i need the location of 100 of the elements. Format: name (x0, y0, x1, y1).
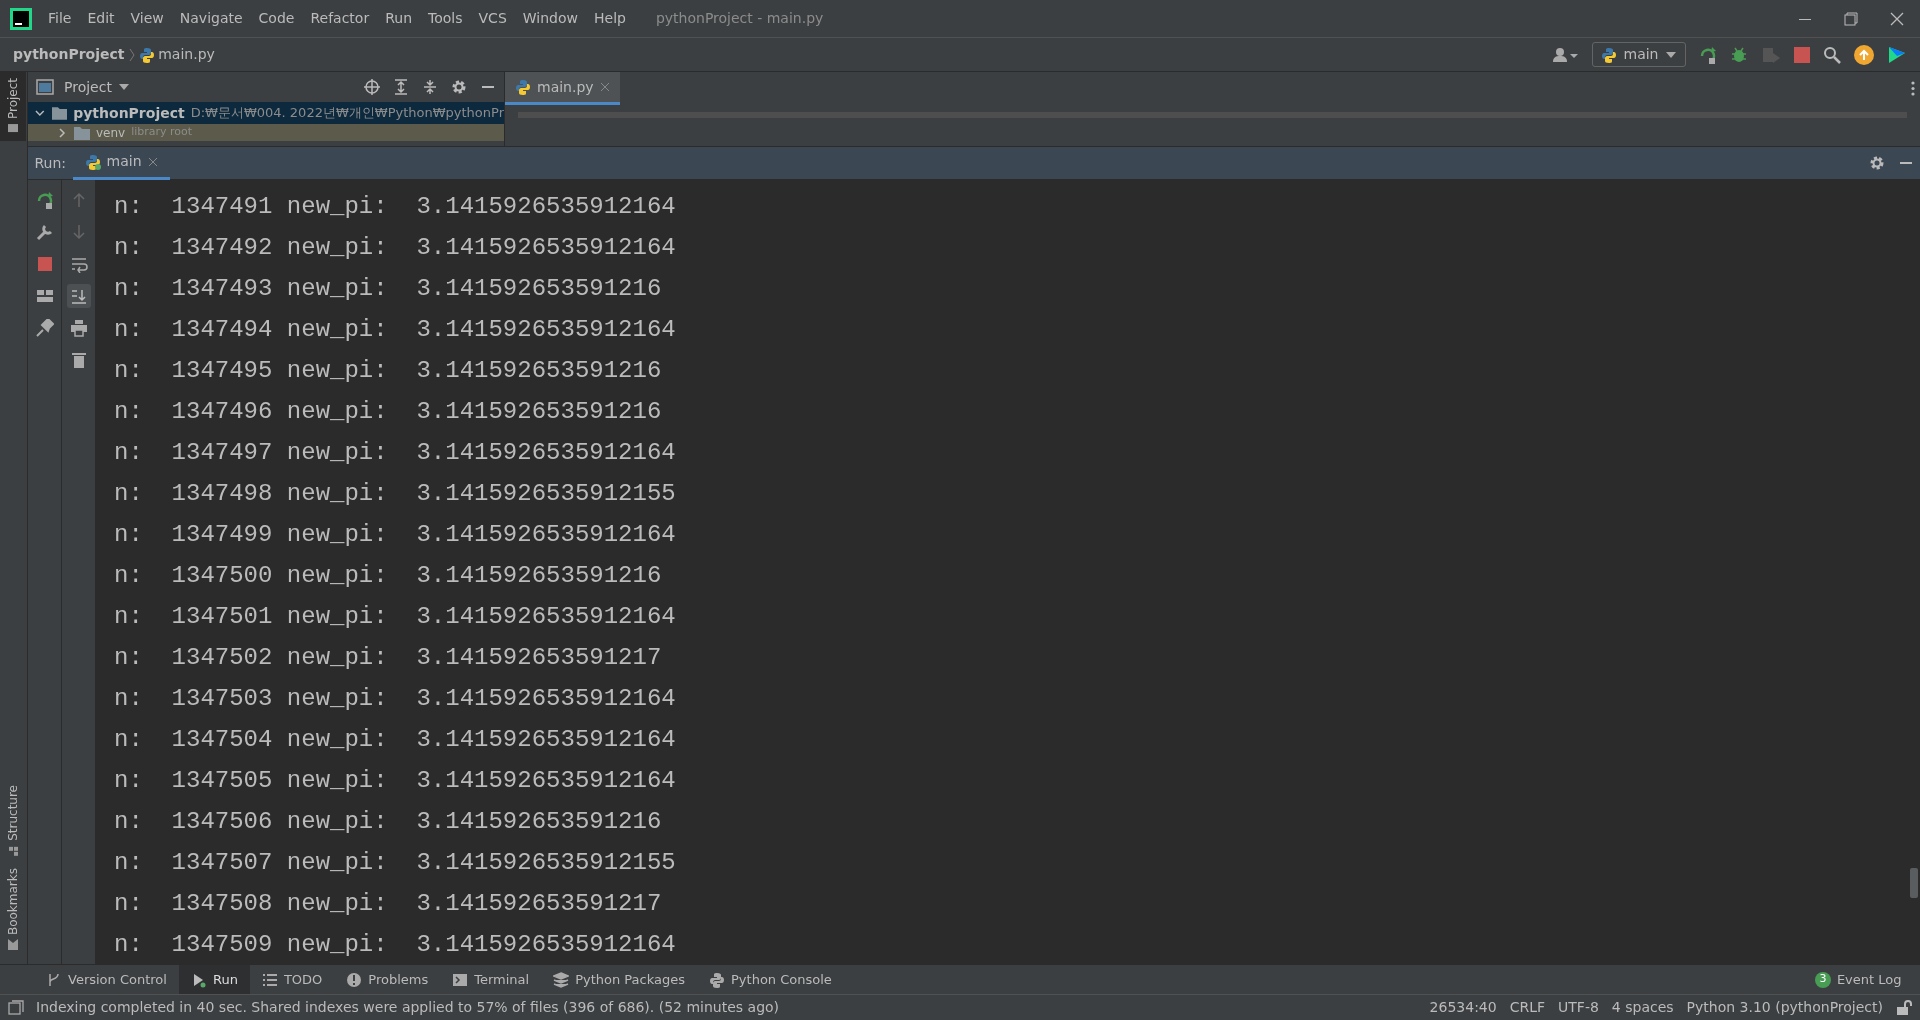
stop-icon[interactable] (35, 255, 54, 273)
console-line: n: 1347502 new_pi: 3.141592653591217 (114, 643, 663, 673)
console-line: n: 1347496 new_pi: 3.141592653591216 (114, 397, 663, 427)
python-icon (1601, 46, 1617, 63)
print-icon[interactable] (69, 319, 88, 337)
python-icon (84, 153, 101, 170)
console-line: n: 1347497 new_pi: 3.1415926535912164 (114, 438, 677, 468)
settings-icon[interactable] (1868, 155, 1885, 171)
menu-item[interactable]: Code (250, 8, 303, 29)
console-line: n: 1347495 new_pi: 3.141592653591216 (114, 356, 663, 386)
collapse-all-icon[interactable] (422, 79, 438, 95)
menu-item[interactable]: File (40, 8, 80, 29)
panel-icon (36, 79, 54, 95)
status-item[interactable]: Python 3.10 (pythonProject) (1686, 997, 1883, 1018)
console-line: n: 1347509 new_pi: 3.1415926535912164 (114, 930, 677, 960)
close-icon[interactable] (147, 156, 158, 167)
update-icon[interactable] (1854, 44, 1874, 65)
menu-item[interactable]: View (122, 8, 172, 29)
console-line: n: 1347499 new_pi: 3.1415926535912164 (114, 520, 677, 550)
user-icon[interactable] (1553, 46, 1579, 63)
python-icon (709, 971, 726, 988)
plugin-logo[interactable] (1887, 44, 1907, 65)
rerun-icon[interactable] (35, 191, 54, 209)
chevron-right-icon (56, 126, 68, 139)
console-line: n: 1347503 new_pi: 3.1415926535912164 (114, 684, 677, 714)
console-line: n: 1347491 new_pi: 3.1415926535912164 (114, 192, 677, 222)
menu-item[interactable]: Help (586, 8, 634, 29)
event-log-label: Event Log (1836, 970, 1902, 989)
console-line: n: 1347494 new_pi: 3.1415926535912164 (114, 315, 677, 345)
status-message: Indexing completed in 40 sec. Shared indexes were applied to 57% of files (396 of 686). (52 minutes ago) (36, 998, 780, 1017)
warning-icon (346, 971, 363, 988)
console-line: n: 1347505 new_pi: 3.1415926535912164 (114, 766, 677, 796)
status-item[interactable]: UTF-8 (1558, 997, 1599, 1018)
trash-icon[interactable] (69, 351, 88, 369)
folder-icon (51, 106, 68, 120)
bug-icon[interactable] (1730, 45, 1748, 64)
tool-window-tab[interactable]: Python Console (697, 964, 844, 995)
console-line: n: 1347507 new_pi: 3.1415926535912155 (114, 848, 677, 878)
menu-item[interactable]: Navigate (171, 8, 251, 29)
search-icon[interactable] (1823, 45, 1841, 64)
python-file-icon (515, 79, 531, 95)
tool-window-tab[interactable]: TODO (249, 964, 335, 995)
status-item[interactable]: 4 spaces (1611, 997, 1674, 1018)
event-log-tab[interactable]: 3 Event Log (1802, 964, 1914, 995)
status-item[interactable]: 26534:40 (1429, 997, 1497, 1018)
tree-row[interactable]: venv library root (28, 124, 504, 141)
layout-icon[interactable] (35, 287, 54, 305)
console-line: n: 1347506 new_pi: 3.141592653591216 (114, 807, 663, 837)
console-line: n: 1347501 new_pi: 3.1415926535912164 (114, 602, 677, 632)
panel-label: Run: (34, 153, 67, 173)
locate-icon[interactable] (364, 79, 380, 95)
tool-window-tab[interactable]: Terminal (440, 964, 542, 995)
terminal-icon (452, 971, 469, 988)
caret-icon (118, 83, 131, 91)
list-icon (261, 971, 278, 988)
breadcrumb-item[interactable]: pythonProject (13, 44, 125, 65)
settings-icon[interactable] (451, 79, 467, 95)
console-line: n: 1347498 new_pi: 3.1415926535912155 (114, 479, 677, 509)
rerun-icon[interactable] (1699, 45, 1717, 64)
status-item[interactable]: CRLF (1509, 997, 1546, 1018)
stop-icon[interactable] (1794, 46, 1810, 63)
console-line: n: 1347492 new_pi: 3.1415926535912164 (114, 233, 677, 263)
tool-window-tab[interactable]: Python Packages (541, 964, 698, 995)
menu-item[interactable]: Run (377, 8, 421, 29)
console-line: n: 1347508 new_pi: 3.141592653591217 (114, 889, 663, 919)
console-line: n: 1347500 new_pi: 3.141592653591216 (114, 561, 663, 591)
expand-all-icon[interactable] (393, 79, 409, 95)
chevron-icon (127, 46, 136, 63)
tool-window-tab[interactable]: Run (178, 964, 250, 995)
bookmark-icon (7, 939, 19, 952)
side-tab[interactable]: Bookmarks (0, 862, 26, 958)
side-tab[interactable]: Project (0, 72, 26, 142)
run-configuration-dropdown[interactable]: main (1592, 42, 1686, 67)
scroll-to-end-icon[interactable] (69, 287, 88, 305)
pin-icon[interactable] (35, 319, 54, 337)
notification-count: 3 (1814, 971, 1831, 988)
soft-wrap-icon[interactable] (69, 255, 88, 273)
menu-item[interactable]: Edit (79, 8, 123, 29)
breadcrumb-item[interactable]: main.py (158, 44, 215, 65)
layers-icon (553, 971, 570, 988)
tree-row[interactable]: pythonProject D:₩문서₩004. 2022년₩개인₩Python₩pythonPr (28, 102, 504, 124)
tool-window-tab[interactable]: Version Control (34, 964, 179, 995)
caret-icon (1665, 50, 1677, 59)
app-logo (10, 7, 32, 30)
menu-item[interactable]: Window (514, 8, 586, 29)
scrollbar[interactable] (1910, 868, 1918, 898)
panel-selector[interactable]: Project (60, 76, 135, 98)
lock-icon[interactable] (1896, 999, 1912, 1016)
menu-item[interactable]: Tools (420, 8, 471, 29)
structure-icon (7, 844, 19, 857)
window-title: pythonProject - main.py (655, 9, 824, 28)
python-file-icon (138, 46, 155, 63)
wrench-icon[interactable] (35, 223, 54, 241)
menu-item[interactable]: Refactor (302, 8, 378, 29)
menu-item[interactable]: VCS (470, 8, 515, 29)
editor-tab[interactable]: main.py (505, 72, 620, 105)
tool-window-tab[interactable]: Problems (334, 964, 441, 995)
console-line: n: 1347504 new_pi: 3.1415926535912164 (114, 725, 677, 755)
panel-toggle-icon[interactable] (8, 999, 24, 1016)
side-tab[interactable]: Structure (0, 778, 26, 863)
